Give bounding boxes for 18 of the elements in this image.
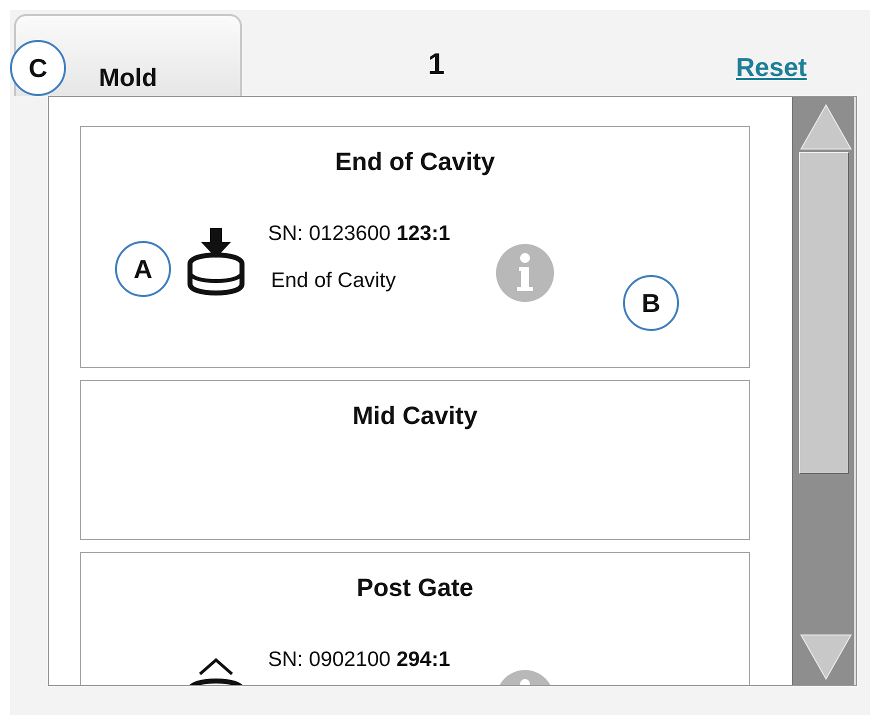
info-icon[interactable]	[495, 243, 556, 303]
sensor-title: Post Gate	[356, 573, 474, 603]
callout-label: A	[115, 241, 171, 297]
callout-label: B	[623, 275, 679, 331]
sensor-card[interactable]: Post Gate SN: 0902100 294:1	[80, 552, 750, 685]
drum-arrow-icon	[186, 228, 246, 296]
scroll-thumb[interactable]	[799, 152, 849, 474]
scroll-down-icon	[799, 633, 854, 681]
serial-number: SN: 0123600 123:1	[268, 222, 450, 246]
sensor-card[interactable]: End of Cavity A SN: 0123600 123:1 End of Cavity B	[80, 126, 750, 368]
sensor-card[interactable]: Mid Cavity	[80, 380, 750, 540]
scrollbar[interactable]	[792, 97, 856, 685]
sensor-title: Mid Cavity	[351, 401, 479, 431]
count-label: 1	[428, 47, 445, 83]
reset-link[interactable]: Reset	[736, 48, 807, 87]
serial-number: SN: 0902100 294:1	[268, 648, 450, 672]
sensor-location: End of Cavity	[271, 269, 397, 293]
sensor-title: End of Cavity	[334, 147, 496, 177]
